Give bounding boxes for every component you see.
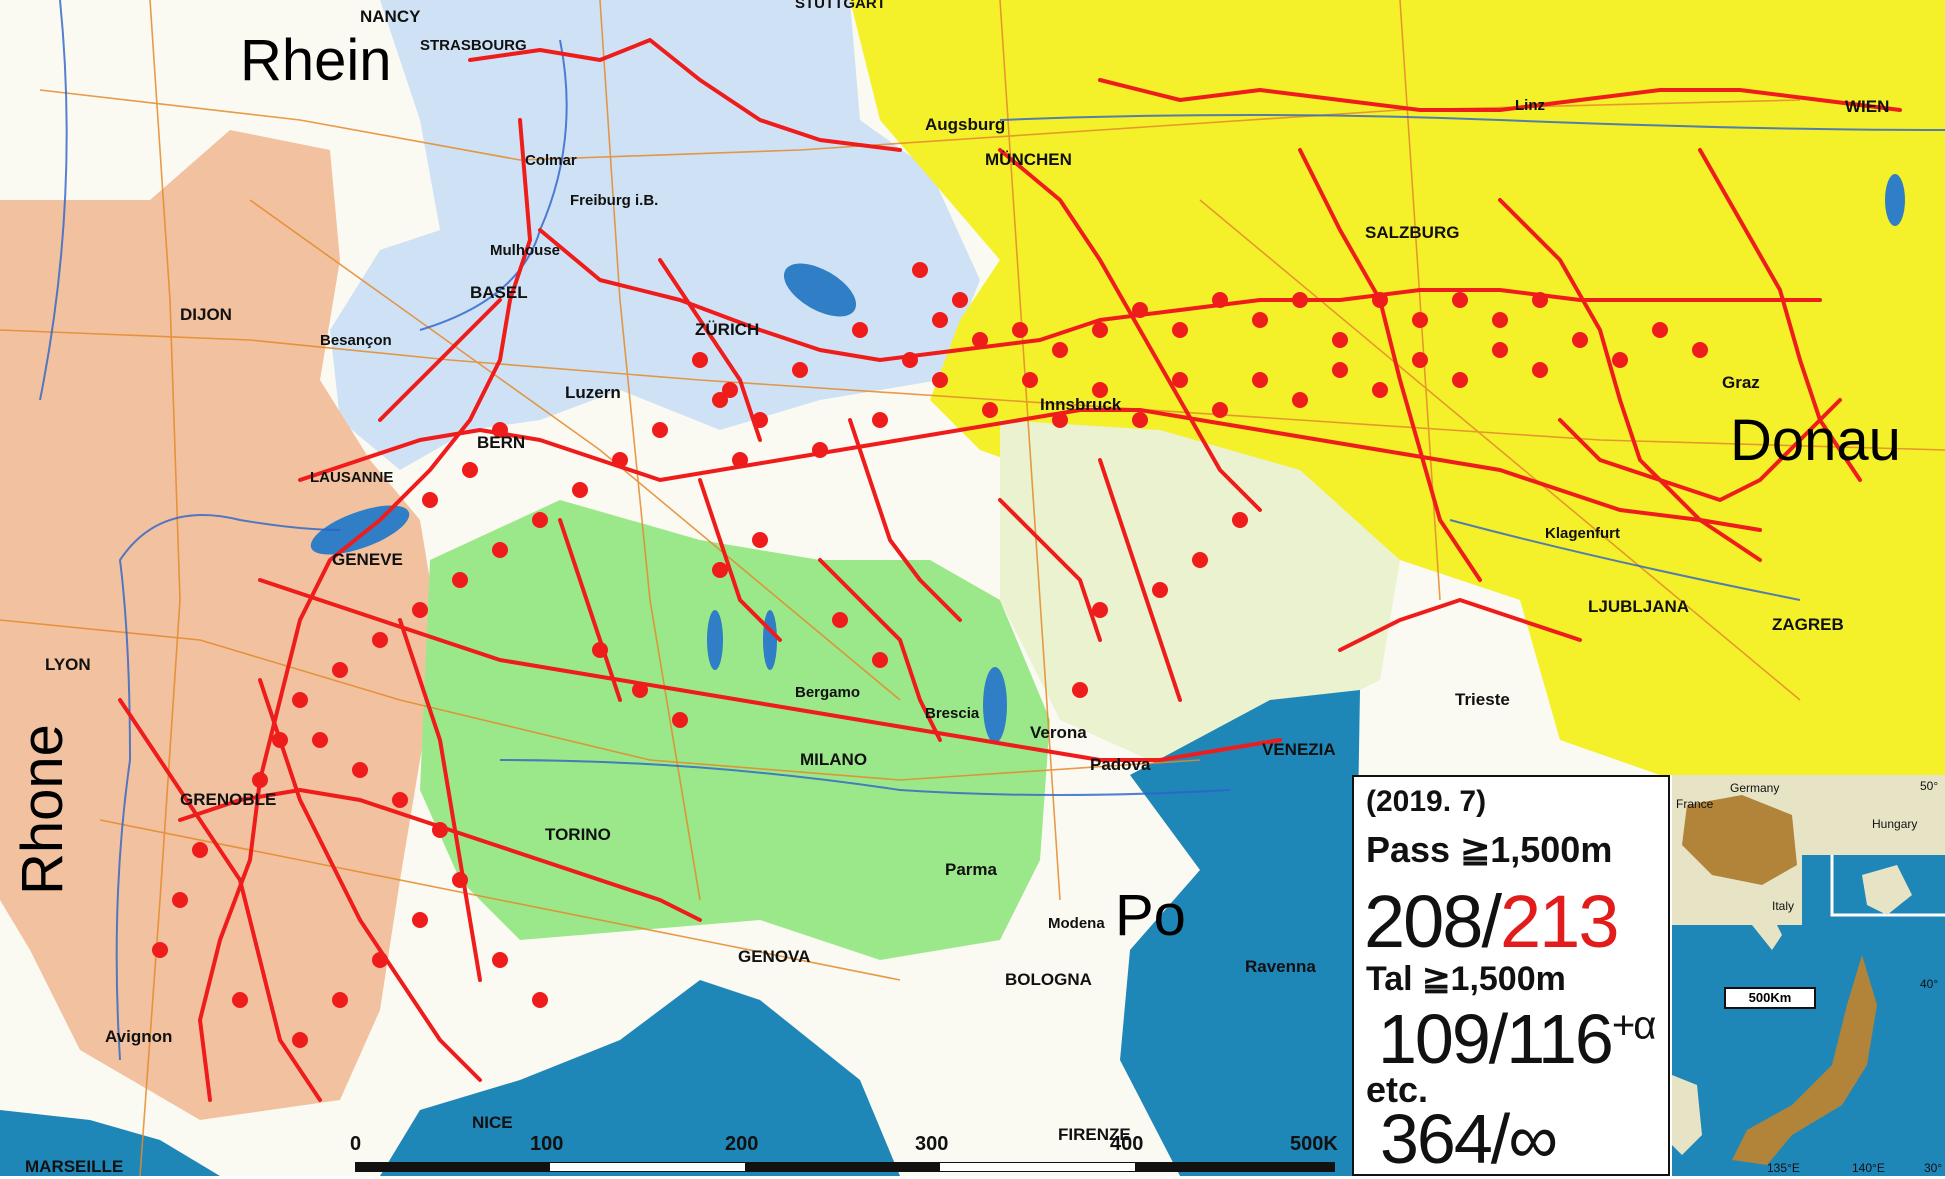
- city-nice: NICE: [472, 1113, 513, 1132]
- city-verona: Verona: [1030, 723, 1087, 742]
- city-trieste: Trieste: [1455, 690, 1510, 709]
- scale-tick-100: 100: [530, 1133, 563, 1155]
- lake-neusiedl: [1885, 174, 1905, 226]
- city-venezia: VENEZIA: [1262, 740, 1336, 759]
- city-lausanne: LAUSANNE: [310, 469, 393, 486]
- city-torino: TORINO: [545, 825, 611, 844]
- scale-tick-500: 500K: [1290, 1133, 1338, 1155]
- city-stuttgart: STUTTGART: [795, 0, 886, 12]
- city-linz: Linz: [1515, 97, 1545, 114]
- city-brescia: Brescia: [925, 705, 980, 722]
- city-strasbourg: STRASBOURG: [420, 37, 527, 54]
- inset-hokkaido: [1862, 865, 1912, 915]
- city-ravenna: Ravenna: [1245, 957, 1316, 976]
- city-augsburg: Augsburg: [925, 115, 1005, 134]
- scale-bar-segment: [940, 1163, 1135, 1171]
- stats-date: (2019. 7): [1366, 785, 1487, 818]
- river-label-rhein: Rhein: [240, 28, 392, 93]
- inset-label-lat30: 30°: [1924, 1161, 1943, 1175]
- inset-label-france: France: [1676, 797, 1714, 811]
- city-graz: Graz: [1722, 373, 1760, 392]
- city-freiburg: Freiburg i.B.: [570, 192, 658, 209]
- scale-tick-400: 400: [1110, 1133, 1143, 1155]
- city-genova: GENOVA: [738, 947, 810, 966]
- scale-bar-track: [355, 1162, 1335, 1172]
- inset-label-hungary: Hungary: [1872, 817, 1918, 831]
- pass-done: 208/: [1364, 880, 1502, 963]
- city-padova: Padova: [1090, 755, 1151, 774]
- lake-garda: [983, 667, 1007, 743]
- inset-label-lon135: 135°E: [1767, 1161, 1800, 1175]
- city-parma: Parma: [945, 860, 998, 879]
- pass-count: 208/213: [1364, 879, 1620, 964]
- river-label-po: Po: [1115, 883, 1186, 948]
- city-marseille: MARSEILLE: [25, 1157, 123, 1176]
- tal-suffix: +α: [1611, 1003, 1657, 1048]
- tal-count-value: 109/116: [1378, 1000, 1614, 1078]
- city-wien: WIEN: [1845, 97, 1889, 116]
- city-basel: BASEL: [470, 283, 528, 302]
- scale-bar-segment: [550, 1163, 745, 1171]
- tal-count: 109/116+α: [1378, 999, 1657, 1079]
- inset-korea: [1672, 1075, 1702, 1155]
- city-salzburg: SALZBURG: [1365, 223, 1459, 242]
- city-geneve: GENEVE: [332, 550, 403, 569]
- city-nancy: NANCY: [360, 7, 421, 26]
- pass-total: 213: [1500, 880, 1619, 963]
- city-luzern: Luzern: [565, 383, 621, 402]
- inset-scale-bar: 500Km: [1724, 987, 1816, 1009]
- city-modena: Modena: [1048, 915, 1105, 932]
- inset-label-germany: Germany: [1730, 781, 1780, 795]
- inset-label-lat40: 40°: [1920, 977, 1939, 991]
- scale-tick-0: 0: [350, 1133, 361, 1155]
- city-besancon: Besançon: [320, 332, 392, 349]
- city-milano: MILANO: [800, 750, 867, 769]
- lake-como: [763, 610, 777, 670]
- city-bologna: BOLOGNA: [1005, 970, 1092, 989]
- city-ljubljana: LJUBLJANA: [1588, 597, 1689, 616]
- lake-maggiore: [707, 610, 723, 670]
- city-grenoble: GRENOBLE: [180, 790, 276, 809]
- city-dijon: DIJON: [180, 305, 232, 324]
- inset-map-graphic: [1672, 775, 1945, 1165]
- city-colmar: Colmar: [525, 152, 577, 169]
- city-lyon: LYON: [45, 655, 91, 674]
- inset-label-italy: Italy: [1772, 899, 1795, 913]
- city-zagreb: ZAGREB: [1772, 615, 1844, 634]
- inset-label-lat50: 50°: [1920, 779, 1939, 793]
- scale-tick-300: 300: [915, 1133, 948, 1155]
- city-avignon: Avignon: [105, 1027, 172, 1046]
- city-klagenfurt: Klagenfurt: [1545, 525, 1620, 542]
- city-muenchen: MÜNCHEN: [985, 150, 1072, 169]
- scale-tick-200: 200: [725, 1133, 758, 1155]
- river-label-donau: Donau: [1730, 408, 1901, 473]
- city-zuerich: ZÜRICH: [695, 320, 759, 339]
- inset-label-lon140: 140°E: [1852, 1161, 1885, 1175]
- pass-criteria: Pass ≧1,500m: [1366, 829, 1613, 870]
- pass-statistics-panel: (2019. 7) Pass ≧1,500m 208/213 Tal ≧1,50…: [1352, 775, 1670, 1178]
- etc-count: 364/∞: [1380, 1100, 1558, 1178]
- city-bern: BERN: [477, 433, 525, 452]
- city-mulhouse: Mulhouse: [490, 242, 560, 259]
- tal-criteria: Tal ≧1,500m: [1366, 960, 1566, 998]
- city-innsbruck: Innsbruck: [1040, 395, 1122, 414]
- inset-overview-map: France Germany Hungary Italy 50° 40° 30°…: [1670, 775, 1945, 1176]
- river-label-rhone: Rhone: [10, 724, 75, 895]
- city-bergamo: Bergamo: [795, 684, 860, 701]
